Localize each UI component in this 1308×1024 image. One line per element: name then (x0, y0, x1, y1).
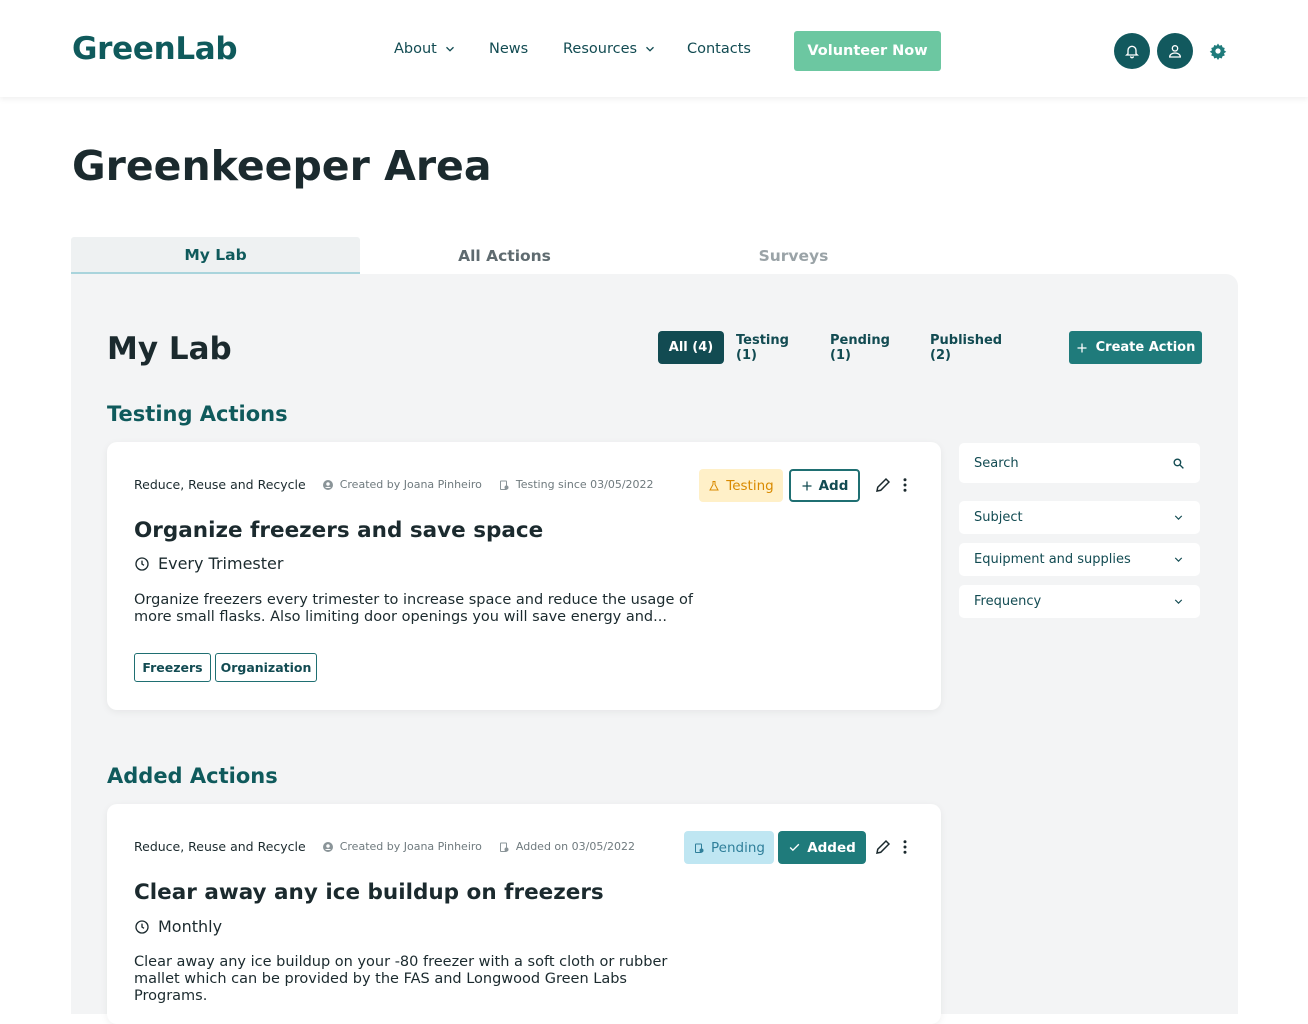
tab-all-actions[interactable]: All Actions (360, 237, 649, 274)
user-circle-icon (322, 479, 333, 490)
filter-testing[interactable]: Testing (1) (736, 331, 812, 364)
testing-status-label: Testing (726, 477, 774, 494)
tab-my-lab[interactable]: My Lab (71, 237, 360, 274)
card-title[interactable]: Organize freezers and save space (134, 518, 543, 543)
notifications-button[interactable] (1114, 33, 1150, 69)
card-title[interactable]: Clear away any ice buildup on freezers (134, 880, 604, 905)
add-button[interactable]: Add (789, 469, 860, 502)
volunteer-now-button[interactable]: Volunteer Now (794, 31, 941, 71)
card-frequency-text: Monthly (158, 917, 223, 936)
clipboard-clock-icon (499, 480, 509, 490)
tab-surveys[interactable]: Surveys (649, 237, 938, 274)
my-lab-heading: My Lab (107, 331, 232, 367)
search-input[interactable] (974, 455, 1154, 471)
clock-icon (135, 919, 149, 934)
more-options-icon[interactable] (896, 476, 914, 494)
action-card[interactable]: Reduce, Reuse and Recycle Created by Joa… (107, 804, 941, 1024)
greenlab-logo[interactable]: GreenLab (72, 31, 238, 67)
card-frequency-text: Every Trimester (158, 554, 284, 573)
pending-status-badge: Pending (684, 831, 774, 864)
clipboard-clock-icon (695, 843, 704, 853)
nav-about-label: About (394, 41, 437, 57)
card-frequency: Every Trimester (134, 554, 283, 573)
check-icon (789, 843, 800, 852)
card-category: Reduce, Reuse and Recycle (134, 839, 306, 854)
tag-freezers[interactable]: Freezers (134, 653, 211, 682)
added-actions-heading: Added Actions (107, 764, 278, 788)
chevron-down-icon (1174, 515, 1183, 520)
testing-actions-heading: Testing Actions (107, 402, 288, 426)
subject-dropdown[interactable]: Subject (959, 501, 1200, 534)
clock-icon (135, 556, 149, 571)
created-by-text: Created by Joana Pinheiro (339, 840, 482, 853)
chevron-down-icon (445, 46, 454, 52)
nav-news[interactable]: News (489, 41, 528, 57)
status-date: Testing since 03/05/2022 (498, 478, 654, 491)
added-button[interactable]: Added (778, 831, 866, 864)
nav-contacts-label: Contacts (687, 41, 751, 57)
frequency-dropdown[interactable]: Frequency (959, 585, 1200, 618)
card-frequency: Monthly (134, 917, 222, 936)
site-header: GreenLab About News Resources Contacts V… (0, 0, 1308, 97)
add-button-label: Add (818, 477, 849, 494)
card-description: Organize freezers every trimester to inc… (134, 592, 693, 625)
action-card[interactable]: Reduce, Reuse and Recycle Created by Joa… (107, 442, 941, 710)
testing-status-badge: Testing (699, 469, 783, 502)
chevron-down-icon (1174, 599, 1183, 604)
card-description: Clear away any ice buildup on your -80 f… (134, 954, 668, 1004)
user-icon (1168, 45, 1182, 58)
clipboard-clock-icon (499, 842, 509, 852)
plus-icon (1077, 343, 1087, 352)
card-category: Reduce, Reuse and Recycle (134, 477, 306, 492)
nav-resources-label: Resources (563, 41, 638, 57)
filter-pending[interactable]: Pending (1) (830, 331, 912, 364)
nav-about[interactable]: About (394, 41, 457, 57)
create-action-button[interactable]: Create Action (1069, 331, 1202, 364)
page-title: Greenkeeper Area (72, 142, 492, 190)
frequency-dropdown-label: Frequency (974, 594, 1042, 609)
status-date: Added on 03/05/2022 (498, 840, 635, 853)
created-by: Created by Joana Pinheiro (322, 478, 482, 491)
created-by-text: Created by Joana Pinheiro (339, 478, 482, 491)
nav-news-label: News (489, 41, 529, 57)
nav-resources[interactable]: Resources (563, 41, 657, 57)
edit-icon[interactable] (874, 838, 892, 856)
gear-icon[interactable] (1209, 42, 1227, 60)
subject-dropdown-label: Subject (974, 510, 1023, 525)
edit-icon[interactable] (874, 476, 892, 494)
status-date-text: Testing since 03/05/2022 (515, 478, 654, 491)
filter-all[interactable]: All (4) (658, 331, 724, 364)
filter-published[interactable]: Published (2) (930, 331, 1026, 364)
user-circle-icon (322, 841, 333, 852)
nav-contacts[interactable]: Contacts (687, 41, 751, 57)
status-date-text: Added on 03/05/2022 (515, 840, 636, 853)
pending-status-label: Pending (711, 839, 765, 856)
equipment-dropdown-label: Equipment and supplies (974, 552, 1131, 567)
search-box[interactable] (959, 443, 1200, 483)
chevron-down-icon (1174, 557, 1183, 562)
plus-icon (802, 481, 812, 490)
search-icon[interactable] (1172, 457, 1185, 470)
card-meta: Reduce, Reuse and Recycle Created by Joa… (134, 477, 654, 492)
bell-icon (1125, 45, 1139, 59)
card-meta: Reduce, Reuse and Recycle Created by Joa… (134, 839, 635, 854)
tag-organization[interactable]: Organization (215, 653, 317, 682)
flask-icon (709, 480, 720, 490)
more-options-icon[interactable] (896, 838, 914, 856)
added-button-label: Added (807, 839, 856, 856)
chevron-down-icon (646, 46, 655, 52)
profile-button[interactable] (1157, 33, 1193, 69)
created-by: Created by Joana Pinheiro (322, 840, 482, 853)
equipment-dropdown[interactable]: Equipment and supplies (959, 543, 1200, 576)
create-action-label: Create Action (1095, 340, 1196, 355)
